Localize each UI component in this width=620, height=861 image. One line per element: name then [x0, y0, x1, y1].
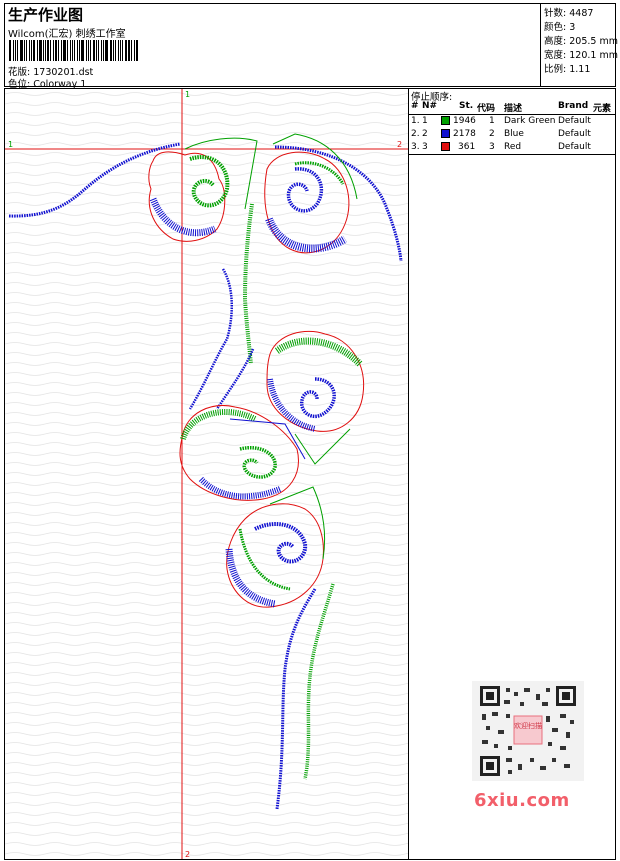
barcode-bar: [57, 40, 60, 61]
embroidery-canvas: 1 2 1 2: [5, 89, 408, 859]
barcode-bar: [20, 40, 23, 61]
qr-badge-text: 欢迎扫描: [514, 721, 542, 730]
barcode-bar: [136, 40, 138, 61]
barcode-bar: [81, 40, 84, 61]
barcode-bar: [38, 40, 42, 61]
barcode-bar: [54, 40, 57, 61]
qr-code-watermark: 欢迎扫描: [472, 681, 584, 781]
barcode-bar: [12, 40, 14, 61]
barcode-bar: [30, 40, 33, 61]
barcode-bar: [79, 40, 81, 61]
table-row: 3. 3 361 3 Red Default: [411, 142, 591, 152]
col-code: 代码: [477, 104, 496, 114]
axis-bottom-marker: 2: [185, 850, 190, 859]
barcode-bar: [88, 40, 90, 61]
barcode-bar: [95, 40, 97, 61]
barcode-bar: [105, 40, 108, 61]
company-name: Wilcom(汇宏) 刺绣工作室: [8, 29, 126, 40]
barcode-bar: [45, 40, 47, 61]
barcode-bar: [50, 40, 51, 61]
sheet-header: 生产作业图 Wilcom(汇宏) 刺绣工作室 花版: 1730201.dst 色…: [4, 3, 618, 90]
barcode-bar: [127, 40, 131, 61]
color-swatch: [441, 129, 450, 138]
barcode-bar: [125, 40, 127, 61]
production-sheet: 生产作业图 Wilcom(汇宏) 刺绣工作室 花版: 1730201.dst 色…: [0, 0, 620, 861]
barcode-bar: [77, 40, 79, 61]
stat-colors: 颜色: 3: [544, 22, 576, 33]
barcode-bar: [110, 40, 112, 61]
qr-code-icon: 欢迎扫描: [480, 686, 576, 776]
document-title: 生产作业图: [8, 6, 84, 24]
barcode-bar: [23, 40, 25, 61]
stat-stitches: 针数: 4487: [544, 8, 594, 19]
barcode-bar: [9, 40, 11, 61]
table-header: # N# St. 代码 描述 Brand 元素: [409, 101, 615, 115]
col-element: 元素: [593, 104, 612, 114]
color-swatch: [441, 142, 450, 151]
barcode-bar: [25, 40, 27, 61]
barcode-bar: [42, 40, 44, 61]
col-desc: 描述: [504, 104, 523, 114]
site-watermark: 6xiu.com: [474, 790, 570, 811]
barcode-bar: [61, 40, 63, 61]
barcode-bar: [28, 40, 30, 61]
stat-height: 高度: 205.5 mm: [544, 36, 618, 47]
qr-center-badge: [513, 715, 543, 745]
barcode-bar: [66, 40, 68, 61]
barcode-bar: [112, 40, 114, 61]
col-brand: Brand: [558, 101, 589, 111]
barcode-bar: [16, 40, 19, 61]
col-no: N#: [422, 101, 438, 111]
table-row: 2. 2 2178 2 Blue Default: [411, 129, 591, 139]
barcode-bar: [97, 40, 99, 61]
barcode-bar: [134, 40, 136, 61]
barcode-bar: [120, 40, 122, 61]
barcode-bar: [33, 40, 36, 61]
stat-scale: 比例: 1.11: [544, 64, 591, 75]
axis-right-marker: 2: [397, 140, 402, 149]
col-num: #: [411, 101, 419, 111]
barcode-bar: [100, 40, 103, 61]
table-row: 1. 1 1946 1 Dark Green Default: [411, 116, 591, 126]
barcode-bar: [117, 40, 120, 61]
barcode-bar: [74, 40, 76, 61]
barcode: [9, 40, 139, 61]
color-swatch: [441, 116, 450, 125]
barcode-bar: [14, 40, 16, 61]
embroidery-preview: 1 2 1 2: [4, 88, 409, 860]
barcode-bar: [37, 40, 38, 61]
barcode-bar: [47, 40, 50, 61]
barcode-bar: [93, 40, 95, 61]
stats-panel: 针数: 4487 颜色: 3 高度: 205.5 mm 宽度: 120.1 mm…: [541, 4, 618, 86]
barcode-bar: [52, 40, 54, 61]
barcode-bar: [131, 40, 133, 61]
barcode-bar: [122, 40, 124, 61]
barcode-bar: [103, 40, 105, 61]
header-info: 生产作业图 Wilcom(汇宏) 刺绣工作室 花版: 1730201.dst 色…: [5, 4, 541, 90]
barcode-bar: [114, 40, 116, 61]
barcode-bar: [90, 40, 92, 61]
table-bottom-rule: [409, 154, 615, 155]
axis-left-marker: 1: [8, 140, 13, 149]
barcode-bar: [85, 40, 88, 61]
barcode-bar: [69, 40, 71, 61]
col-stitches: St.: [459, 101, 474, 111]
axis-top-marker: 1: [185, 90, 190, 99]
stat-width: 宽度: 120.1 mm: [544, 50, 618, 61]
barcode-bar: [71, 40, 74, 61]
barcode-bar: [63, 40, 66, 61]
